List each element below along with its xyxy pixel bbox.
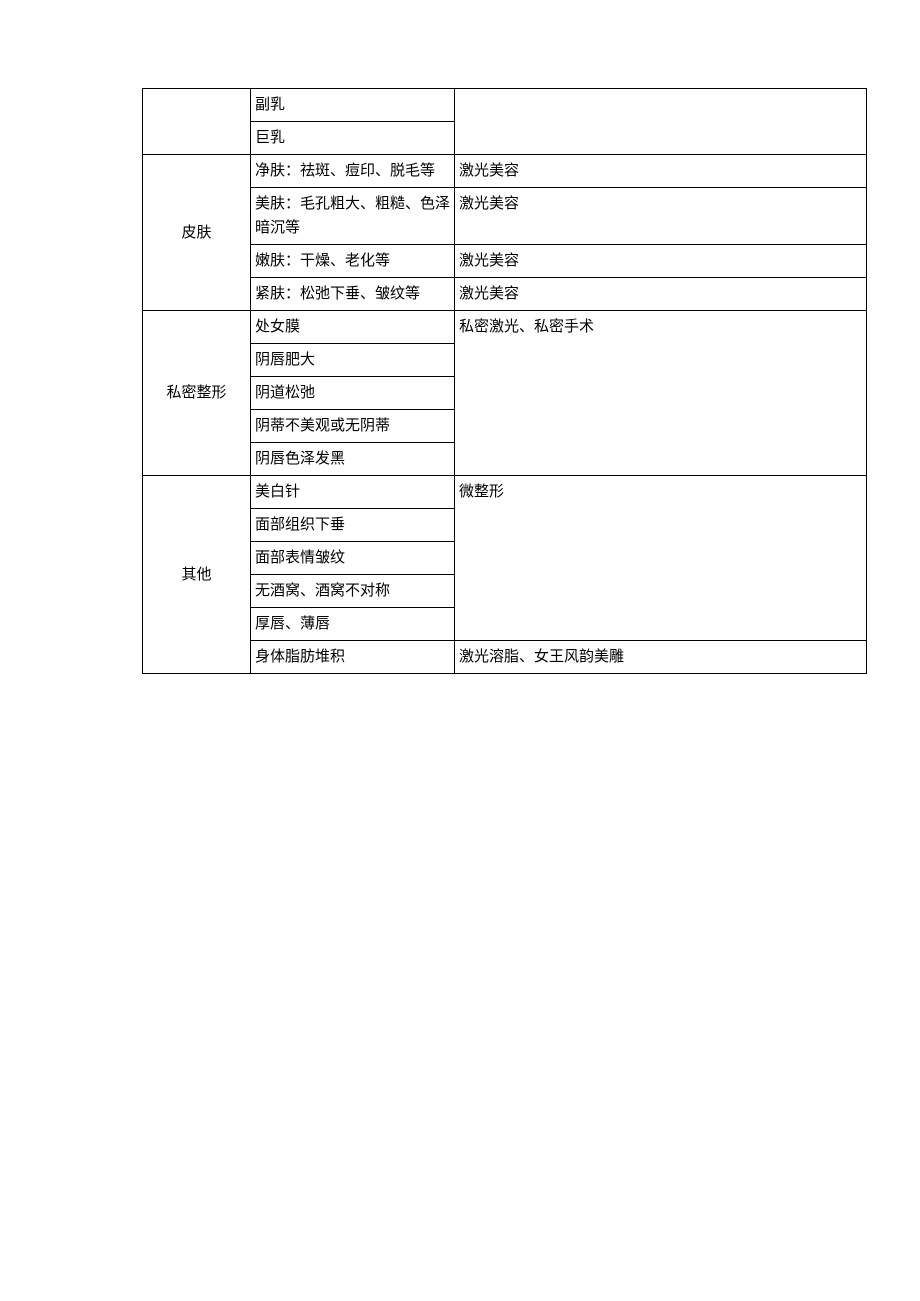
item-cell: 美肤：毛孔粗大、粗糙、色泽暗沉等: [251, 188, 455, 245]
item-cell: 巨乳: [251, 122, 455, 155]
table-row: 美肤：毛孔粗大、粗糙、色泽暗沉等 激光美容: [143, 188, 867, 245]
item-cell: 面部表情皱纹: [251, 542, 455, 575]
category-cell: [143, 89, 251, 155]
item-cell: 阴道松弛: [251, 377, 455, 410]
detail-cell: [455, 89, 867, 155]
detail-cell: 激光美容: [455, 245, 867, 278]
detail-cell: 激光美容: [455, 278, 867, 311]
category-cell: 其他: [143, 476, 251, 674]
detail-cell: 微整形: [455, 476, 867, 641]
category-cell: 皮肤: [143, 155, 251, 311]
detail-cell: 私密激光、私密手术: [455, 311, 867, 476]
detail-cell: 激光溶脂、女王风韵美雕: [455, 641, 867, 674]
item-cell: 身体脂肪堆积: [251, 641, 455, 674]
table-row: 皮肤 净肤：祛斑、痘印、脱毛等 激光美容: [143, 155, 867, 188]
item-cell: 美白针: [251, 476, 455, 509]
item-cell: 副乳: [251, 89, 455, 122]
table-row: 嫩肤：干燥、老化等 激光美容: [143, 245, 867, 278]
item-cell: 阴唇肥大: [251, 344, 455, 377]
item-cell: 厚唇、薄唇: [251, 608, 455, 641]
item-cell: 面部组织下垂: [251, 509, 455, 542]
item-cell: 净肤：祛斑、痘印、脱毛等: [251, 155, 455, 188]
table-row: 其他 美白针 微整形: [143, 476, 867, 509]
classification-table: 副乳 巨乳 皮肤 净肤：祛斑、痘印、脱毛等 激光美容 美肤：毛孔粗大、粗糙、色泽…: [142, 88, 867, 674]
table-row: 副乳: [143, 89, 867, 122]
item-cell: 阴唇色泽发黑: [251, 443, 455, 476]
item-cell: 紧肤：松弛下垂、皱纹等: [251, 278, 455, 311]
table-row: 身体脂肪堆积 激光溶脂、女王风韵美雕: [143, 641, 867, 674]
item-cell: 阴蒂不美观或无阴蒂: [251, 410, 455, 443]
item-cell: 无酒窝、酒窝不对称: [251, 575, 455, 608]
table-row: 私密整形 处女膜 私密激光、私密手术: [143, 311, 867, 344]
item-cell: 处女膜: [251, 311, 455, 344]
detail-cell: 激光美容: [455, 155, 867, 188]
table-row: 紧肤：松弛下垂、皱纹等 激光美容: [143, 278, 867, 311]
detail-cell: 激光美容: [455, 188, 867, 245]
category-cell: 私密整形: [143, 311, 251, 476]
item-cell: 嫩肤：干燥、老化等: [251, 245, 455, 278]
